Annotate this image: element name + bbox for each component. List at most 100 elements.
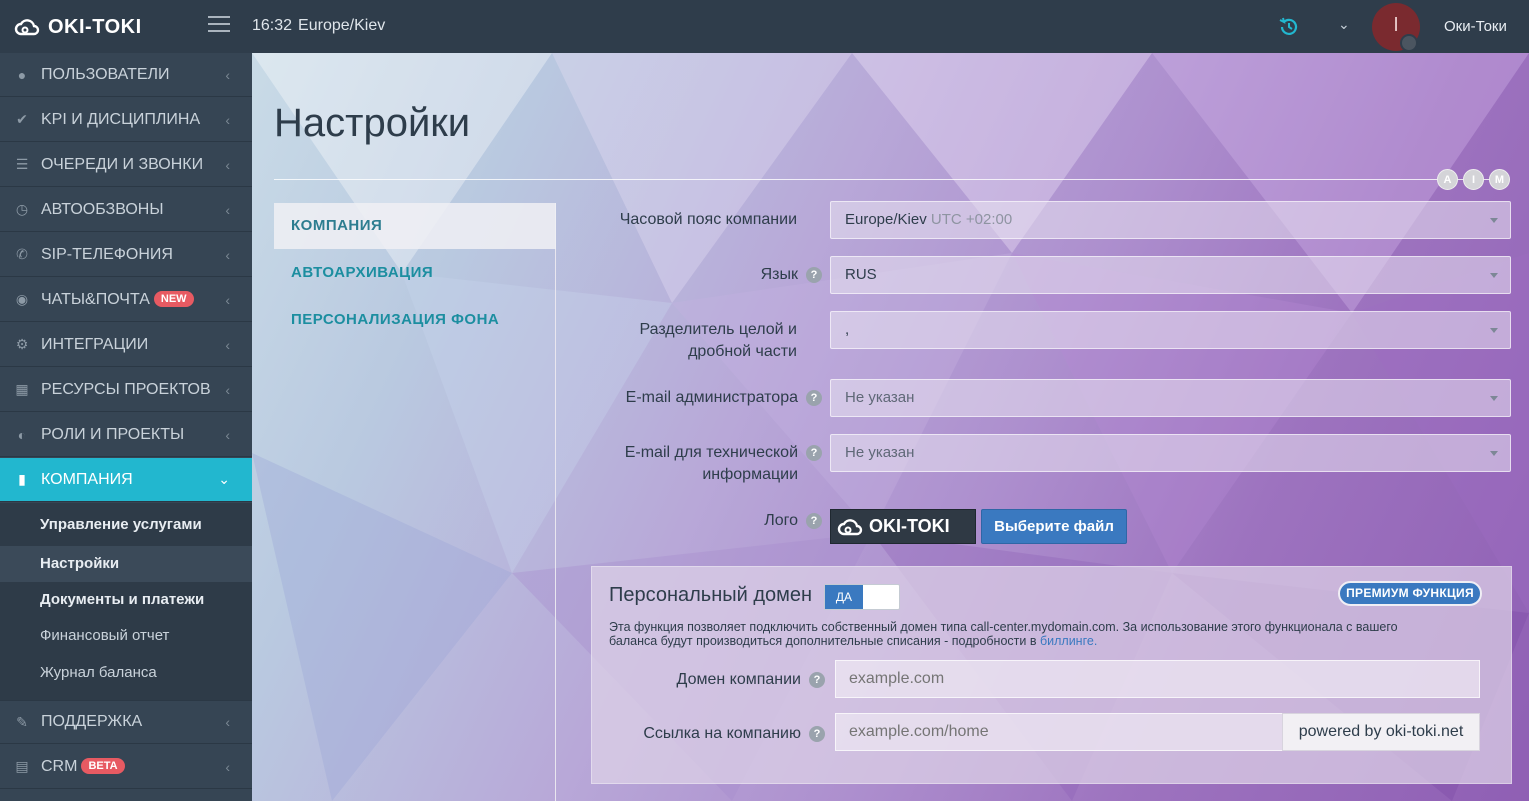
aim-button-a[interactable]: A [1437,169,1458,190]
toggle-icon: ◐ [17,426,27,443]
caret-down-icon [1490,396,1498,401]
sidebar-item-label: РЕСУРСЫ ПРОЕКТОВ [41,380,211,398]
toggle-on-label: ДА [825,585,863,609]
language-select[interactable]: RUS [830,256,1511,294]
aim-button-i[interactable]: I [1463,169,1484,190]
caret-down-icon [1490,328,1498,333]
user-icon: ● [17,66,27,83]
chevron-left-icon: ‹ [225,201,230,218]
menu-toggle-icon[interactable] [208,16,230,34]
cloud-logo-icon [14,19,40,36]
submenu-item-financial-report[interactable]: Финансовый отчет [0,618,252,654]
main-content: Настройки A I M КОМПАНИЯ АВТОАРХИВАЦИЯ П… [252,53,1529,801]
chevron-down-icon: ⌄ [218,471,230,487]
language-label-row: Язык? [582,264,822,286]
cloud-logo-icon [837,518,863,535]
tech-email-label-row: E-mail для технической? информации [582,442,822,486]
company-link-input[interactable] [835,713,1283,751]
logo-text: OKI-TOKI [48,15,142,38]
sidebar-item-label: АВТООБЗВОНЫ [41,200,164,218]
admin-email-select[interactable]: Не указан [830,379,1511,417]
sidebar-item-label: ПОДДЕРЖКА [41,713,143,730]
help-icon[interactable]: ? [806,445,822,461]
sidebar-item-label: KPI И ДИСЦИПЛИНА [41,110,201,128]
help-icon[interactable]: ? [806,390,822,406]
submenu-item-documents[interactable]: Документы и платежи [0,582,252,618]
phone-icon: ✆ [16,246,28,262]
tab-autoarchive[interactable]: АВТОАРХИВАЦИЯ [274,250,556,296]
chevron-left-icon: ‹ [225,111,230,128]
admin-email-value: Не указан [845,389,915,406]
separator-label-line-2: дробной части [688,343,797,360]
sidebar-item-label: SIP-ТЕЛЕФОНИЯ [41,245,173,263]
help-icon[interactable]: ? [809,726,825,742]
help-icon[interactable]: ? [806,513,822,529]
sidebar-item-sip[interactable]: ✆ SIP-ТЕЛЕФОНИЯ ‹ [0,233,252,277]
logo-label: Лого [764,512,798,529]
chevron-left-icon: ‹ [225,336,230,353]
separator-value: , [845,321,850,338]
language-value: RUS [845,266,877,283]
sidebar-item-roles[interactable]: ◐ РОЛИ И ПРОЕКТЫ ‹ [0,413,252,457]
chevron-left-icon: ‹ [225,426,230,443]
sidebar-item-kpi[interactable]: ✔ KPI И ДИСЦИПЛИНА ‹ [0,98,252,142]
status-dot-icon [1400,34,1418,52]
submenu-item-settings[interactable]: Настройки [0,546,252,582]
tab-background[interactable]: ПЕРСОНАЛИЗАЦИЯ ФОНА [274,297,556,343]
sidebar-item-support[interactable]: ✎ ПОДДЕРЖКА ‹ [0,700,252,744]
check-icon: ✔ [16,111,28,127]
help-icon[interactable]: ? [809,672,825,688]
chevron-left-icon: ‹ [225,66,230,83]
logo-preview: OKI-TOKI [830,509,976,544]
personal-domain-toggle[interactable]: ДА [824,584,900,610]
sidebar-item-label: ПОЛЬЗОВАТЕЛИ [41,65,170,83]
history-icon[interactable] [1278,16,1300,38]
personal-domain-title: Персональный домен [609,584,813,606]
submenu-item-services[interactable]: Управление услугами [0,507,252,543]
title-divider [274,179,1490,180]
tech-email-select[interactable]: Не указан [830,434,1511,472]
separator-label-line-1: Разделитель целой и [639,321,797,338]
sidebar-item-label: CRM [41,757,78,775]
sidebar-item-chats[interactable]: ◉ ЧАТЫ&ПОЧТА NEW ‹ [0,278,252,322]
tech-email-label-line-2: информации [702,466,798,483]
logo-preview-text: OKI-TOKI [869,516,950,536]
separator-select[interactable]: , [830,311,1511,349]
chevron-down-icon[interactable]: ⌄ [1338,16,1350,33]
sidebar-item-label: ОЧЕРЕДИ И ЗВОНКИ [41,155,204,173]
company-link-label: Ссылка на компанию [643,725,801,742]
sidebar-item-company[interactable]: ▮ КОМПАНИЯ ⌄ [0,458,252,502]
sidebar-item-label: КОМПАНИЯ [41,470,133,488]
billing-link[interactable]: биллинге. [1040,634,1097,648]
admin-email-label: E-mail администратора [625,389,798,406]
caret-down-icon [1490,218,1498,223]
app-logo[interactable]: OKI-TOKI [14,13,142,41]
sidebar-item-users[interactable]: ● ПОЛЬЗОВАТЕЛИ ‹ [0,53,252,97]
help-icon[interactable]: ? [806,267,822,283]
choose-file-button[interactable]: Выберите файл [981,509,1127,544]
current-timezone: Europe/Kiev [298,17,386,34]
sidebar-item-crm[interactable]: ▤ CRM BETA ‹ [0,745,252,789]
clock: 16:32 Europe/Kiev [252,17,385,35]
sidebar-item-label: РОЛИ И ПРОЕКТЫ [41,425,185,443]
crm-icon: ▤ [15,758,29,774]
sidebar-item-autodial[interactable]: ◷ АВТООБЗВОНЫ ‹ [0,188,252,232]
language-label: Язык [760,266,798,283]
chevron-left-icon: ‹ [225,758,230,775]
submenu-item-balance-log[interactable]: Журнал баланса [0,655,252,691]
timezone-label: Часовой пояс компании [619,211,797,228]
powered-by-addon: powered by oki-toki.net [1282,713,1480,751]
chevron-left-icon: ‹ [225,381,230,398]
aim-button-m[interactable]: M [1489,169,1510,190]
chevron-left-icon: ‹ [225,291,230,308]
sidebar-item-integrations[interactable]: ⚙ ИНТЕГРАЦИИ ‹ [0,323,252,367]
tab-company[interactable]: КОМПАНИЯ [274,203,556,249]
domain-input[interactable] [835,660,1480,698]
sidebar-item-queues[interactable]: ☰ ОЧЕРЕДИ И ЗВОНКИ ‹ [0,143,252,187]
sidebar-item-label: ИНТЕГРАЦИИ [41,335,149,353]
chevron-left-icon: ‹ [225,156,230,173]
separator-label: Разделитель целой и дробной части [582,319,797,363]
timezone-select[interactable]: Europe/Kiev UTC +02:00 [830,201,1511,239]
sidebar-item-resources[interactable]: ▦ РЕСУРСЫ ПРОЕКТОВ ‹ [0,368,252,412]
user-name[interactable]: Оки-Токи [1444,18,1507,35]
